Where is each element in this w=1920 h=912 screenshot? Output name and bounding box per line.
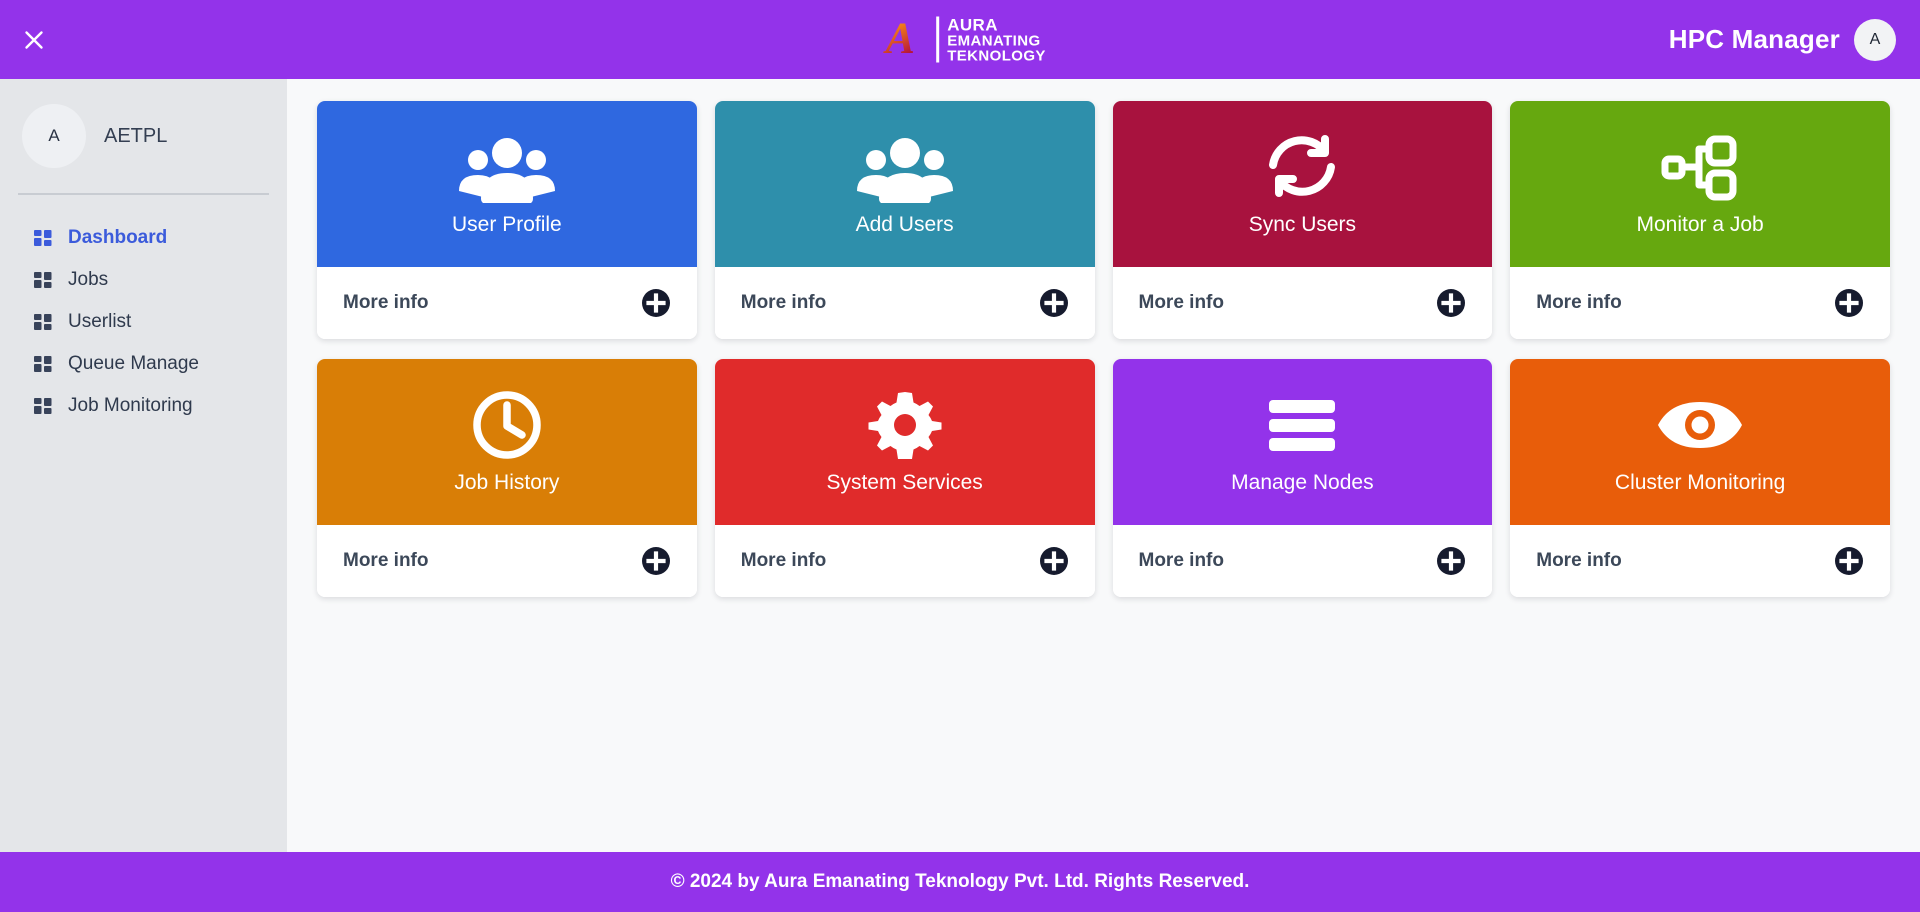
sidebar-item-job-monitoring[interactable]: Job Monitoring: [0, 385, 287, 427]
users-group-icon: [856, 131, 953, 203]
more-info-label[interactable]: More info: [343, 292, 429, 314]
clock-icon: [467, 389, 547, 461]
more-info-label[interactable]: More info: [1139, 550, 1225, 572]
sidebar-item-label: Job Monitoring: [68, 395, 193, 416]
card-header[interactable]: System Services: [714, 359, 1095, 525]
more-info-label[interactable]: More info: [1536, 550, 1622, 572]
card-manage-nodes[interactable]: Manage Nodes More info: [1112, 359, 1493, 597]
more-info-label[interactable]: More info: [343, 550, 429, 572]
sidebar-username: AETPL: [104, 124, 168, 147]
top-header-bar: A AURA EMANATING TEKNOLOGY HPC Manager A: [0, 0, 1920, 79]
card-title: Sync Users: [1248, 213, 1357, 236]
circle-plus-icon[interactable]: [1039, 546, 1069, 576]
card-title: System Services: [826, 471, 983, 494]
card-footer: More info: [714, 525, 1095, 597]
card-job-history[interactable]: Job History More info: [317, 359, 697, 597]
svg-text:A: A: [883, 13, 915, 62]
brand-line-3: TEKNOLOGY: [947, 47, 1046, 64]
sidebar-divider: [18, 193, 269, 195]
sidebar-item-label: Userlist: [68, 311, 132, 332]
card-add-users[interactable]: Add Users More info: [714, 101, 1095, 339]
body-region: A AETPL Dashboard Jobs Userlist Queue Ma…: [0, 79, 1920, 852]
circle-plus-icon[interactable]: [1834, 288, 1864, 318]
grid-icon: [34, 355, 54, 373]
sync-arrows-icon: [1259, 131, 1345, 203]
card-cluster-monitoring[interactable]: Cluster Monitoring More info: [1510, 359, 1890, 597]
card-header[interactable]: Cluster Monitoring: [1510, 359, 1890, 525]
close-button[interactable]: [14, 20, 54, 60]
circle-plus-icon[interactable]: [1436, 288, 1466, 318]
app-title: HPC Manager: [1668, 24, 1840, 54]
brand-logo[interactable]: A AURA EMANATING TEKNOLOGY: [874, 11, 1046, 68]
card-title: Cluster Monitoring: [1614, 471, 1786, 494]
grid-icon: [34, 229, 54, 247]
brand-line-2: EMANATING: [947, 32, 1041, 49]
users-group-icon: [458, 131, 555, 203]
sidebar-item-label: Queue Manage: [68, 353, 199, 374]
footer-bar: © 2024 by Aura Emanating Teknology Pvt. …: [0, 852, 1920, 912]
sidebar: A AETPL Dashboard Jobs Userlist Queue Ma…: [0, 79, 287, 852]
brand-line-1: AURA: [947, 15, 998, 34]
grid-icon: [34, 271, 54, 289]
eye-icon: [1653, 389, 1747, 461]
sidebar-avatar: A: [22, 104, 86, 168]
bars-icon: [1260, 389, 1344, 461]
header-right-group: HPC Manager A: [1668, 18, 1896, 61]
card-title: Add Users: [855, 213, 954, 236]
sidebar-item-label: Jobs: [68, 269, 109, 290]
card-title: User Profile: [452, 213, 562, 236]
card-footer: More info: [1510, 267, 1890, 339]
copyright-text: © 2024 by Aura Emanating Teknology Pvt. …: [670, 871, 1250, 892]
card-header[interactable]: User Profile: [317, 101, 697, 267]
card-footer: More info: [317, 267, 697, 339]
card-header[interactable]: Monitor a Job: [1510, 101, 1890, 267]
card-title: Job History: [454, 471, 560, 494]
card-footer: More info: [317, 525, 697, 597]
card-user-profile[interactable]: User Profile More info: [317, 101, 697, 339]
gear-icon: [865, 389, 945, 461]
circle-plus-icon[interactable]: [641, 546, 671, 576]
card-footer: More info: [1112, 525, 1493, 597]
card-footer: More info: [1112, 267, 1493, 339]
circle-plus-icon[interactable]: [641, 288, 671, 318]
circle-plus-icon[interactable]: [1834, 546, 1864, 576]
grid-icon: [34, 397, 54, 415]
sidebar-item-jobs[interactable]: Jobs: [0, 259, 287, 301]
sidebar-item-userlist[interactable]: Userlist: [0, 301, 287, 343]
close-icon: [23, 29, 45, 51]
brand-wordmark: AURA EMANATING TEKNOLOGY: [947, 16, 1046, 63]
card-header[interactable]: Job History: [317, 359, 697, 525]
more-info-label[interactable]: More info: [1139, 292, 1225, 314]
aura-monogram-icon: A: [874, 11, 926, 68]
app-root: A AURA EMANATING TEKNOLOGY HPC Manager A…: [0, 0, 1920, 912]
card-footer: More info: [714, 267, 1095, 339]
sidebar-item-queue-manage[interactable]: Queue Manage: [0, 343, 287, 385]
card-header[interactable]: Add Users: [714, 101, 1095, 267]
card-title: Manage Nodes: [1231, 471, 1374, 494]
card-footer: More info: [1510, 525, 1890, 597]
more-info-label[interactable]: More info: [741, 550, 827, 572]
dashboard-card-grid: User Profile More info Add Users More in…: [317, 101, 1890, 597]
more-info-label[interactable]: More info: [741, 292, 827, 314]
grid-icon: [34, 313, 54, 331]
sidebar-user[interactable]: A AETPL: [0, 101, 287, 171]
logo-divider: [936, 16, 940, 63]
card-monitor-a-job[interactable]: Monitor a Job More info: [1510, 101, 1890, 339]
circle-plus-icon[interactable]: [1039, 288, 1069, 318]
header-avatar[interactable]: A: [1854, 18, 1896, 61]
sidebar-nav: Dashboard Jobs Userlist Queue Manage Job…: [0, 217, 287, 427]
card-title: Monitor a Job: [1636, 213, 1764, 236]
card-header[interactable]: Sync Users: [1112, 101, 1493, 267]
card-system-services[interactable]: System Services More info: [714, 359, 1095, 597]
sidebar-item-dashboard[interactable]: Dashboard: [0, 217, 287, 259]
project-diagram-icon: [1657, 131, 1743, 203]
more-info-label[interactable]: More info: [1536, 292, 1622, 314]
sidebar-item-label: Dashboard: [68, 227, 168, 248]
main-content: User Profile More info Add Users More in…: [287, 79, 1920, 852]
card-header[interactable]: Manage Nodes: [1112, 359, 1493, 525]
card-sync-users[interactable]: Sync Users More info: [1112, 101, 1493, 339]
circle-plus-icon[interactable]: [1436, 546, 1466, 576]
